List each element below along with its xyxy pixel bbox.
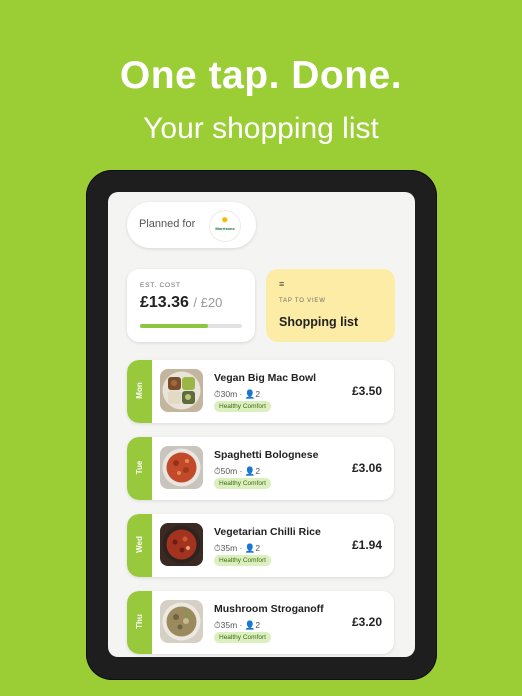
meal-meta: ⏱30m · 👤2 (214, 389, 261, 399)
meal-meta: ⏱35m · 👤2 (214, 620, 261, 630)
meal-tag: Healthy Comfort (214, 401, 271, 412)
day-label: Wed (135, 536, 144, 553)
meal-photo (160, 600, 203, 643)
list-icon: ≡ (279, 279, 285, 289)
meal-card[interactable]: Wed Vegetarian Chilli Rice ⏱35m · 👤2 Hea… (127, 514, 394, 577)
day-tab: Tue (127, 437, 152, 500)
meal-photo (160, 523, 203, 566)
shopping-list-card[interactable]: ≡ TAP TO VIEW Shopping list (266, 269, 395, 342)
meal-servings: 2 (255, 389, 261, 399)
person-icon: 👤 (244, 620, 256, 630)
estimated-cost-card: EST. COST £13.36 / £20 (127, 269, 255, 342)
cost-budget: / £20 (193, 295, 223, 310)
meal-meta: ⏱35m · 👤2 (214, 543, 261, 553)
planned-for-pill[interactable]: Planned for ✹ Morrisons (127, 202, 256, 248)
meal-price: £3.06 (351, 461, 382, 475)
meal-tag: Healthy Comfort (214, 632, 271, 643)
meal-servings: 2 (255, 620, 261, 630)
planned-for-label: Planned for (139, 218, 196, 230)
day-tab: Wed (127, 514, 152, 577)
day-label: Thu (135, 614, 144, 629)
meal-time: 30m (220, 389, 238, 399)
person-icon: 👤 (244, 466, 256, 476)
cost-amount: £13.36 (140, 294, 189, 311)
meal-name: Mushroom Stroganoff (214, 603, 324, 615)
day-label: Tue (135, 460, 144, 475)
meal-name: Spaghetti Bolognese (214, 449, 319, 461)
shopping-list-title: Shopping list (279, 315, 359, 329)
headline: One tap. Done. (119, 54, 403, 97)
app-screen: Planned for ✹ Morrisons EST. COST £13.36… (108, 192, 415, 657)
meal-price: £1.94 (351, 538, 382, 552)
day-tab: Mon (127, 360, 152, 423)
budget-progress-fill (140, 324, 209, 328)
subline: Your shopping list (143, 112, 379, 145)
meal-servings: 2 (255, 466, 261, 476)
tap-to-view-label: TAP TO VIEW (279, 298, 326, 304)
meal-price: £3.50 (351, 384, 382, 398)
meal-servings: 2 (255, 543, 261, 553)
clock-icon: ⏱ (214, 389, 221, 399)
day-tab: Thu (127, 591, 152, 654)
meal-name: Vegetarian Chilli Rice (214, 526, 321, 538)
tablet-frame: Planned for ✹ Morrisons EST. COST £13.36… (86, 170, 437, 680)
meal-time: 35m (220, 543, 238, 553)
meal-time: 50m (220, 466, 238, 476)
clock-icon: ⏱ (214, 466, 221, 476)
meal-tag: Healthy Comfort (214, 478, 271, 489)
day-label: Mon (135, 382, 144, 399)
meal-name: Vegan Big Mac Bowl (214, 372, 317, 384)
meal-photo (160, 446, 203, 489)
estimated-cost-label: EST. COST (140, 282, 181, 289)
store-logo: ✹ Morrisons (209, 210, 241, 242)
meal-tag: Healthy Comfort (214, 555, 271, 566)
store-logo-text: Morrisons (215, 226, 235, 231)
estimated-cost-value: £13.36 / £20 (140, 294, 222, 312)
meal-time: 35m (220, 620, 238, 630)
budget-progress-bar (140, 324, 242, 328)
clock-icon: ⏱ (214, 620, 221, 630)
person-icon: 👤 (244, 389, 256, 399)
meal-price: £3.20 (351, 615, 382, 629)
person-icon: 👤 (244, 543, 256, 553)
meal-card[interactable]: Tue Spaghetti Bolognese ⏱50m · 👤2 Health… (127, 437, 394, 500)
clock-icon: ⏱ (214, 543, 221, 553)
meal-photo (160, 369, 203, 412)
meal-card[interactable]: Mon Vegan Big Mac Bowl ⏱30m · 👤2 Healthy… (127, 360, 394, 423)
meal-meta: ⏱50m · 👤2 (214, 466, 261, 476)
meal-card[interactable]: Thu Mushroom Stroganoff ⏱35m · 👤2 Health… (127, 591, 394, 654)
sun-icon: ✹ (221, 215, 229, 225)
